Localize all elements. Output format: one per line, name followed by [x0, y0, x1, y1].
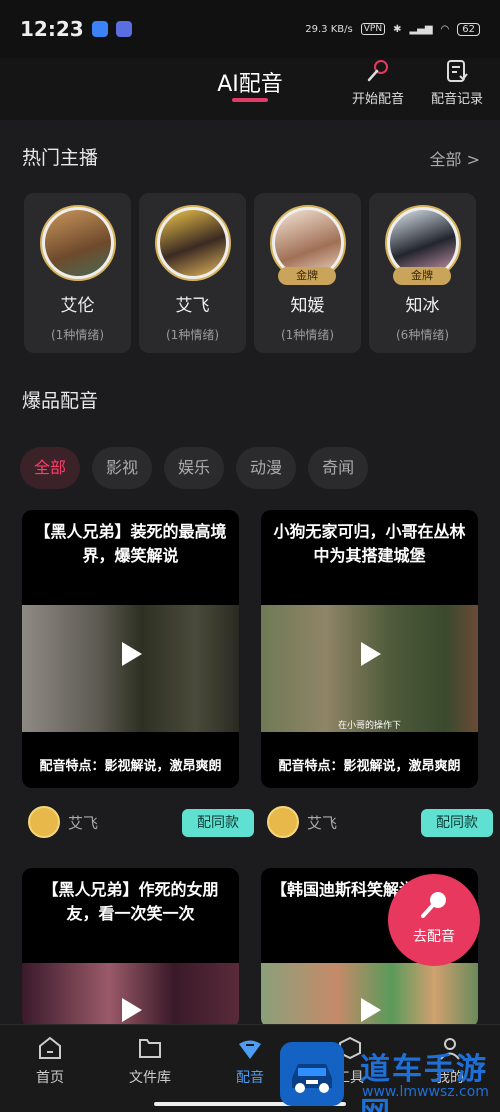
watermark: 道车手游网 www.lmwwsz.com: [280, 1040, 500, 1112]
play-icon[interactable]: [110, 634, 150, 674]
author-name: 艾飞: [307, 813, 338, 832]
avatar: [28, 806, 60, 838]
microphone-icon: [367, 60, 388, 82]
anchor-card[interactable]: 艾伦 (1种情绪): [24, 193, 131, 353]
dubbing-records-label: 配音记录: [430, 92, 483, 107]
go-dubbing-button[interactable]: 去配音: [388, 874, 480, 966]
go-dubbing-label: 去配音: [413, 929, 455, 945]
dubbing-icon: [239, 1040, 261, 1059]
net-speed: 29.3 KB/s: [305, 23, 353, 35]
avatar: [154, 205, 231, 281]
dubbing-records-button[interactable]: 配音记录: [422, 58, 492, 107]
anchor-emotions: (1种情绪): [51, 328, 104, 342]
anchor-card[interactable]: 金牌 知冰 (6种情绪): [369, 193, 476, 353]
start-dubbing-button[interactable]: 开始配音: [343, 58, 413, 107]
microphone-icon: [421, 892, 446, 918]
video-title: 【黑人兄弟】装死的最高境界，爆笑解说: [34, 522, 227, 565]
category-tabs: 全部 影视 娱乐 动漫 奇闻: [20, 447, 369, 489]
card-author: 艾飞: [267, 806, 337, 838]
folder-icon: [139, 1039, 161, 1058]
anchor-card[interactable]: 金牌 知媛 (1种情绪): [254, 193, 361, 353]
tab-film[interactable]: 影视: [92, 447, 153, 489]
app-notification-icon: [91, 21, 108, 37]
anchor-name: 艾飞: [175, 296, 210, 316]
nav-files-label: 文件库: [129, 1070, 171, 1086]
tab-anime[interactable]: 动漫: [236, 447, 297, 489]
card-author: 艾飞: [28, 806, 98, 838]
nav-home[interactable]: 首页: [10, 1035, 90, 1087]
avatar: [39, 205, 116, 281]
wifi-icon: ◠: [440, 23, 450, 35]
gold-badge: 金牌: [393, 267, 451, 285]
hot-anchors-title: 热门主播: [22, 147, 99, 169]
status-bar: 12:23 29.3 KB/s VPN ✱ ▂▄▆ ◠ 62: [0, 0, 500, 58]
vpn-icon: VPN: [360, 23, 386, 35]
car-logo-icon: [280, 1042, 344, 1106]
anchor-list: 艾伦 (1种情绪) 艾飞 (1种情绪) 金牌 知媛 (1种情绪) 金牌 知冰 (…: [24, 193, 476, 353]
nav-dubbing-label: 配音: [236, 1070, 264, 1086]
avatar: [267, 806, 299, 838]
video-title: 【黑人兄弟】作死的女朋友，看一次笑一次: [42, 880, 219, 923]
record-list-icon: [447, 60, 468, 82]
play-icon[interactable]: [110, 990, 150, 1028]
app-notification-icon: [115, 21, 132, 37]
anchor-emotions: (1种情绪): [166, 328, 219, 342]
video-card[interactable]: 【黑人兄弟】作死的女朋友，看一次笑一次: [22, 868, 239, 1028]
play-icon[interactable]: [349, 990, 389, 1028]
start-dubbing-label: 开始配音: [351, 92, 404, 107]
video-card[interactable]: 小狗无家可归，小哥在丛林中为其搭建城堡 在小哥的操作下 配音特点：影视解说，激昂…: [261, 510, 478, 788]
app-header: AI配音 开始配音 配音记录: [0, 58, 500, 120]
status-time: 12:23: [20, 17, 84, 41]
dubbing-feature: 配音特点：影视解说，激昂爽朗: [278, 759, 461, 774]
gold-badge: 金牌: [278, 267, 336, 285]
video-title: 小狗无家可归，小哥在丛林中为其搭建城堡: [273, 522, 466, 565]
anchor-name: 艾伦: [60, 296, 95, 316]
tab-entertainment[interactable]: 娱乐: [164, 447, 225, 489]
use-same-voice-button[interactable]: 配同款: [182, 809, 254, 837]
anchor-name: 知媛: [290, 296, 325, 316]
use-same-voice-button[interactable]: 配同款: [421, 809, 493, 837]
video-card[interactable]: 【黑人兄弟】装死的最高境界，爆笑解说 配音特点：影视解说，激昂爽朗: [22, 510, 239, 788]
nav-home-label: 首页: [36, 1070, 64, 1086]
play-icon[interactable]: [349, 634, 389, 674]
anchor-name: 知冰: [405, 296, 440, 316]
author-name: 艾飞: [68, 813, 99, 832]
watermark-title: 道车手游网: [360, 1052, 488, 1112]
tab-oddities[interactable]: 奇闻: [308, 447, 369, 489]
title-underline: [232, 98, 268, 102]
nav-dubbing[interactable]: 配音: [210, 1035, 290, 1087]
hits-title: 爆品配音: [22, 390, 99, 412]
view-all-anchors-link[interactable]: 全部 >: [430, 146, 481, 170]
anchor-card[interactable]: 艾飞 (1种情绪): [139, 193, 246, 353]
watermark-url: www.lmwwsz.com: [362, 1084, 489, 1100]
battery-icon: 62: [457, 22, 480, 36]
tab-all[interactable]: 全部: [20, 447, 81, 489]
nav-files[interactable]: 文件库: [110, 1035, 190, 1087]
anchor-emotions: (6种情绪): [396, 328, 449, 342]
bluetooth-icon: ✱: [393, 23, 402, 35]
video-subtitle: 在小哥的操作下: [337, 721, 401, 731]
dubbing-feature: 配音特点：影视解说，激昂爽朗: [39, 759, 222, 774]
home-icon: [39, 1036, 61, 1059]
anchor-emotions: (1种情绪): [281, 328, 334, 342]
signal-icon: ▂▄▆: [409, 23, 433, 35]
